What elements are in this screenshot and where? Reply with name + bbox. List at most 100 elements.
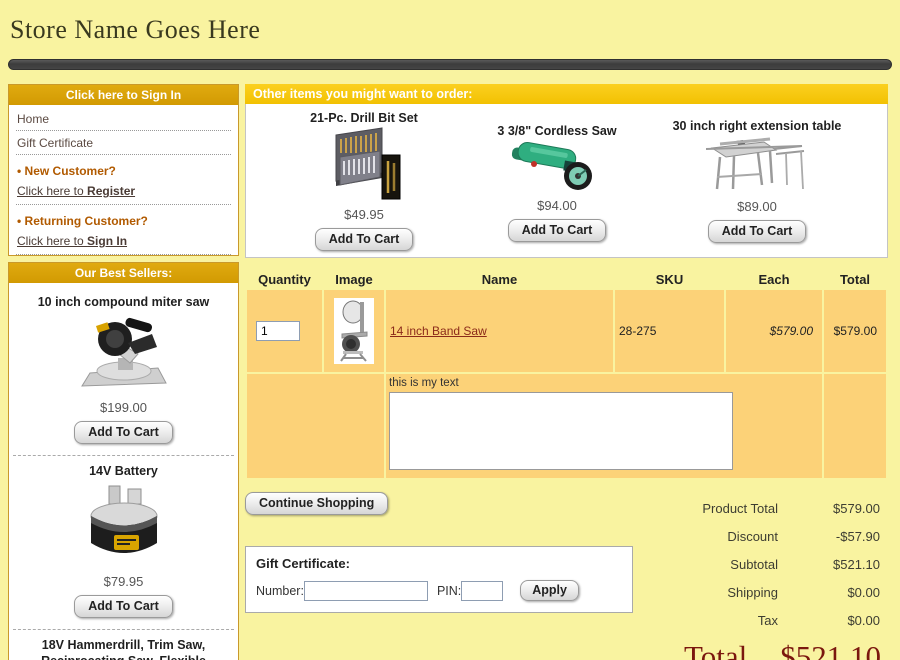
content-layout: Click here to Sign In Home Gift Certific… bbox=[8, 84, 892, 660]
suggestions-header: Other items you might want to order: bbox=[245, 84, 888, 104]
product-image-band-saw bbox=[334, 298, 374, 364]
column-header-quantity: Quantity bbox=[247, 270, 322, 288]
product-name: 18V Hammerdrill, Trim Saw, Reciprocating… bbox=[13, 630, 234, 660]
quantity-cell bbox=[247, 290, 322, 372]
totals-value: $0.00 bbox=[778, 585, 888, 600]
grand-total-row: Total $521.10 bbox=[643, 639, 888, 660]
apply-button[interactable]: Apply bbox=[520, 580, 579, 601]
totals-label: Discount bbox=[727, 529, 778, 544]
cart-header-row: Quantity Image Name SKU Each Total bbox=[247, 270, 886, 288]
signin-box-body: Home Gift Certificate • New Customer? Cl… bbox=[9, 105, 238, 255]
totals-row: Product Total $579.00 bbox=[643, 494, 888, 522]
product-image-cordless-saw bbox=[482, 138, 632, 196]
totals-label: Shipping bbox=[727, 585, 778, 600]
best-seller-item: 10 inch compound miter saw bbox=[13, 287, 234, 456]
add-to-cart-button[interactable]: Add To Cart bbox=[708, 220, 807, 243]
note-spacer-cell-right bbox=[824, 374, 886, 478]
order-totals: Product Total $579.00 Discount -$57.90 S… bbox=[643, 494, 888, 660]
suggestions-box: Other items you might want to order: 21-… bbox=[245, 84, 888, 258]
note-spacer-cell bbox=[247, 374, 384, 478]
best-seller-item: 14V Battery bbox=[13, 456, 234, 629]
product-price: $79.95 bbox=[13, 574, 234, 589]
gift-certificate-title: Gift Certificate: bbox=[256, 556, 622, 571]
cart-footer-left: Continue Shopping Gift Certificate: Numb… bbox=[245, 480, 643, 613]
signin-link-action: Sign In bbox=[87, 234, 127, 248]
add-to-cart-button[interactable]: Add To Cart bbox=[315, 228, 414, 251]
add-to-cart-button[interactable]: Add To Cart bbox=[74, 421, 173, 444]
item-total-cell: $579.00 bbox=[824, 290, 886, 372]
best-seller-item: 18V Hammerdrill, Trim Saw, Reciprocating… bbox=[13, 630, 234, 660]
totals-label: Tax bbox=[758, 613, 778, 628]
suggestions-body: 21-Pc. Drill Bit Set bbox=[245, 104, 888, 258]
signin-box-header[interactable]: Click here to Sign In bbox=[9, 85, 238, 105]
best-sellers-box: Our Best Sellers: 10 inch compound miter… bbox=[8, 262, 239, 660]
gift-certificate-row: Number: PIN: Apply bbox=[256, 580, 622, 601]
cart-table: Quantity Image Name SKU Each Total bbox=[245, 268, 888, 480]
gift-certificate-box: Gift Certificate: Number: PIN: Apply bbox=[245, 546, 633, 613]
product-image-miter-saw bbox=[13, 313, 234, 395]
gift-number-input[interactable] bbox=[304, 581, 428, 601]
main-content: Other items you might want to order: 21-… bbox=[245, 84, 888, 660]
gift-pin-label: PIN: bbox=[437, 584, 461, 598]
image-cell bbox=[324, 290, 384, 372]
product-name: 10 inch compound miter saw bbox=[13, 287, 234, 313]
product-image-drill-bit-set bbox=[246, 125, 482, 205]
note-label: this is my text bbox=[389, 377, 822, 389]
product-image-battery bbox=[13, 483, 234, 569]
register-link-prefix: Click here to bbox=[17, 184, 87, 198]
signin-link-prefix: Click here to bbox=[17, 234, 87, 248]
add-to-cart-button[interactable]: Add To Cart bbox=[508, 219, 607, 242]
best-sellers-header: Our Best Sellers: bbox=[9, 263, 238, 283]
register-link-action: Register bbox=[87, 184, 135, 198]
site-header: Store Name Goes Here bbox=[0, 0, 900, 59]
sidebar: Click here to Sign In Home Gift Certific… bbox=[8, 84, 239, 660]
product-name: 14V Battery bbox=[13, 456, 234, 482]
totals-value: $521.10 bbox=[778, 557, 888, 572]
cart-item-link[interactable]: 14 inch Band Saw bbox=[390, 324, 487, 338]
cart-item-row: 14 inch Band Saw 28-275 $579.00 $579.00 bbox=[247, 290, 886, 372]
register-link[interactable]: Click here to Register bbox=[16, 181, 231, 205]
totals-row: Tax $0.00 bbox=[643, 606, 888, 634]
cart-footer: Continue Shopping Gift Certificate: Numb… bbox=[245, 480, 888, 660]
sidebar-item-gift-certificate[interactable]: Gift Certificate bbox=[16, 131, 231, 155]
note-textarea[interactable] bbox=[389, 392, 733, 470]
column-header-sku: SKU bbox=[615, 270, 724, 288]
suggested-product: 21-Pc. Drill Bit Set bbox=[246, 104, 482, 251]
totals-value: $579.00 bbox=[778, 501, 888, 516]
product-name: 21-Pc. Drill Bit Set bbox=[246, 111, 482, 125]
totals-row: Discount -$57.90 bbox=[643, 522, 888, 550]
column-header-total: Total bbox=[824, 270, 886, 288]
product-name: 30 inch right extension table bbox=[632, 119, 882, 133]
product-image-extension-table bbox=[632, 133, 882, 197]
page-title: Store Name Goes Here bbox=[10, 15, 900, 45]
grand-total-label: Total bbox=[684, 639, 747, 660]
sidebar-item-home[interactable]: Home bbox=[16, 107, 231, 131]
item-each-cell: $579.00 bbox=[726, 290, 822, 372]
column-header-name: Name bbox=[386, 270, 613, 288]
quantity-input[interactable] bbox=[256, 321, 300, 341]
suggested-product: 3 3/8" Cordless Saw bbox=[482, 104, 632, 242]
cart-note-row: this is my text bbox=[247, 374, 886, 478]
totals-row: Shipping $0.00 bbox=[643, 578, 888, 606]
totals-value: -$57.90 bbox=[778, 529, 888, 544]
storefront-page: Store Name Goes Here Click here to Sign … bbox=[0, 0, 900, 660]
gift-number-label: Number: bbox=[256, 584, 304, 598]
returning-customer-heading: • Returning Customer? bbox=[16, 205, 231, 231]
signin-box: Click here to Sign In Home Gift Certific… bbox=[8, 84, 239, 256]
signin-link[interactable]: Click here to Sign In bbox=[16, 231, 231, 255]
suggested-product: 30 inch right extension table bbox=[632, 104, 882, 243]
continue-shopping-button[interactable]: Continue Shopping bbox=[245, 492, 388, 515]
column-header-each: Each bbox=[726, 270, 822, 288]
product-price: $49.95 bbox=[246, 207, 482, 222]
grand-total-value: $521.10 bbox=[780, 639, 881, 660]
add-to-cart-button[interactable]: Add To Cart bbox=[74, 595, 173, 618]
note-cell: this is my text bbox=[386, 374, 822, 478]
best-sellers-body: 10 inch compound miter saw bbox=[9, 283, 238, 660]
product-price: $89.00 bbox=[632, 199, 882, 214]
product-name: 3 3/8" Cordless Saw bbox=[482, 124, 632, 138]
gift-pin-input[interactable] bbox=[461, 581, 503, 601]
totals-value: $0.00 bbox=[778, 613, 888, 628]
new-customer-heading: • New Customer? bbox=[16, 155, 231, 181]
product-price: $94.00 bbox=[482, 198, 632, 213]
totals-row: Subtotal $521.10 bbox=[643, 550, 888, 578]
